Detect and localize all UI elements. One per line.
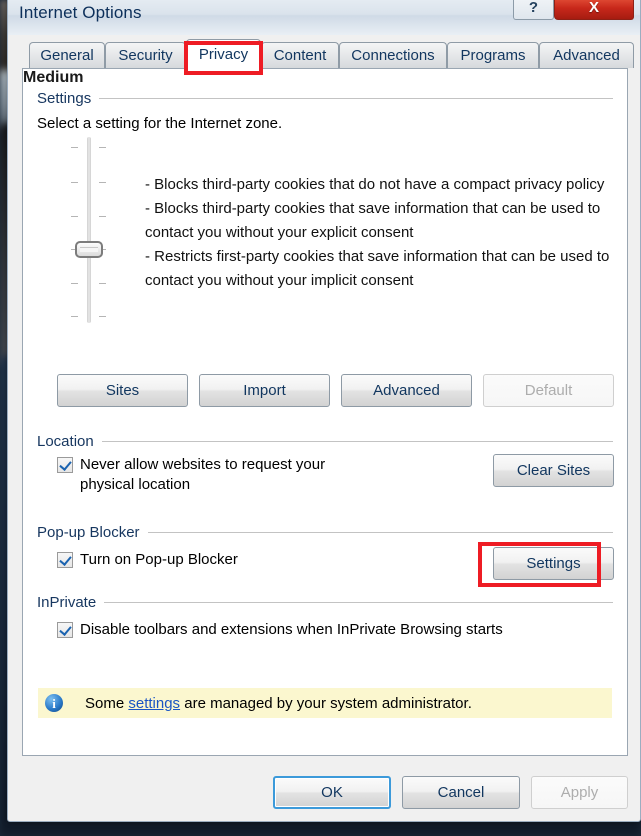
- disable-toolbars-inprivate-row[interactable]: Disable toolbars and extensions when InP…: [57, 620, 503, 640]
- tab-content[interactable]: Content: [261, 42, 339, 68]
- privacy-tab-panel: Settings Select a setting for the Intern…: [22, 68, 628, 756]
- internet-options-dialog: Internet Options ? X General Security Pr…: [7, 0, 641, 822]
- slider-tick-left-1: [71, 147, 78, 148]
- inprivate-group-rule: [104, 601, 613, 603]
- apply-button: Apply: [531, 776, 628, 809]
- zone-prompt-text: Select a setting for the Internet zone.: [37, 115, 283, 132]
- tab-security[interactable]: Security: [105, 42, 186, 68]
- cancel-button[interactable]: Cancel: [402, 776, 520, 809]
- admin-managed-info-text: Some settings are managed by your system…: [85, 695, 472, 712]
- inprivate-group-header: InPrivate: [37, 593, 613, 611]
- never-allow-location-row[interactable]: Never allow websites to request your phy…: [57, 455, 377, 495]
- slider-tick-right-5: [99, 283, 106, 284]
- clear-sites-button[interactable]: Clear Sites: [493, 454, 614, 487]
- close-button[interactable]: X: [554, 0, 634, 20]
- ok-button[interactable]: OK: [273, 776, 391, 809]
- disable-toolbars-inprivate-label: Disable toolbars and extensions when InP…: [80, 621, 503, 638]
- tab-privacy[interactable]: Privacy: [186, 39, 261, 69]
- slider-tick-left-3: [71, 216, 78, 217]
- info-text-after: are managed by your system administrator…: [180, 694, 472, 712]
- location-group-header: Location: [37, 432, 613, 450]
- slider-tick-left-5: [71, 283, 78, 284]
- turn-on-popup-blocker-label: Turn on Pop-up Blocker: [80, 551, 238, 568]
- never-allow-location-checkbox[interactable]: [57, 457, 73, 473]
- turn-on-popup-blocker-row[interactable]: Turn on Pop-up Blocker: [57, 550, 238, 570]
- slider-thumb[interactable]: [75, 241, 103, 258]
- slider-tick-right-3: [99, 216, 106, 217]
- slider-tick-right-6: [99, 316, 106, 317]
- privacy-level-slider[interactable]: [61, 135, 115, 325]
- import-button[interactable]: Import: [199, 374, 330, 407]
- slider-tick-right-1: [99, 147, 106, 148]
- popup-blocker-group-rule: [147, 531, 613, 533]
- tab-programs[interactable]: Programs: [447, 42, 539, 68]
- tab-general[interactable]: General: [29, 42, 105, 68]
- tab-strip: General Security Privacy Content Connect…: [22, 39, 641, 69]
- tab-advanced[interactable]: Advanced: [539, 42, 634, 68]
- turn-on-popup-blocker-checkbox[interactable]: [57, 552, 73, 568]
- settings-link[interactable]: settings: [128, 695, 180, 712]
- slider-tick-right-2: [99, 182, 106, 183]
- slider-track: [87, 137, 91, 323]
- location-group-rule: [101, 440, 613, 442]
- popup-settings-button[interactable]: Settings: [493, 547, 614, 580]
- sites-button[interactable]: Sites: [57, 374, 188, 407]
- dialog-footer: OK Cancel Apply: [8, 756, 641, 823]
- privacy-level-name: Medium: [23, 69, 84, 86]
- settings-group-header: Settings: [37, 89, 613, 107]
- info-icon: i: [45, 694, 63, 712]
- help-button[interactable]: ?: [513, 0, 554, 20]
- tab-connections[interactable]: Connections: [339, 42, 447, 68]
- admin-managed-info-bar: i Some settings are managed by your syst…: [38, 688, 612, 718]
- slider-tick-left-6: [71, 316, 78, 317]
- popup-blocker-group-header: Pop-up Blocker: [37, 523, 613, 541]
- disable-toolbars-inprivate-checkbox[interactable]: [57, 622, 73, 638]
- settings-group-label: Settings: [37, 89, 92, 107]
- slider-tick-left-2: [71, 182, 78, 183]
- settings-group-rule: [99, 97, 613, 99]
- default-button: Default: [483, 374, 614, 407]
- window-title: Internet Options: [19, 3, 142, 22]
- inprivate-group-label: InPrivate: [37, 593, 97, 611]
- never-allow-location-label: Never allow websites to request your phy…: [80, 456, 326, 493]
- popup-blocker-group-label: Pop-up Blocker: [37, 523, 140, 541]
- info-text-before: Some: [85, 694, 129, 712]
- location-group-label: Location: [37, 432, 94, 450]
- advanced-settings-button[interactable]: Advanced: [341, 374, 472, 407]
- privacy-level-description: - Blocks third-party cookies that do not…: [145, 176, 610, 289]
- title-bar: Internet Options ? X: [8, 0, 640, 35]
